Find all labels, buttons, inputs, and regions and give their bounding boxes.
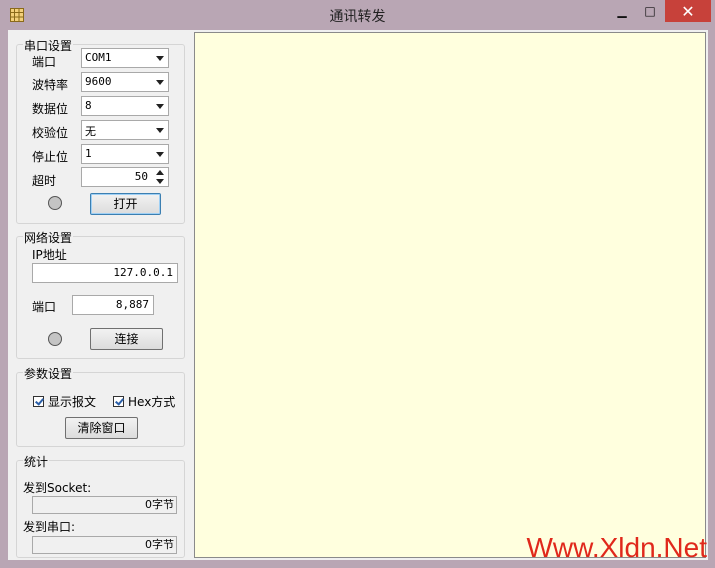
- chevron-down-icon: [156, 128, 164, 133]
- databits-value: 8: [85, 99, 92, 112]
- baud-value: 9600: [85, 75, 112, 88]
- show-packet-label: 显示报文: [48, 395, 97, 409]
- chevron-down-icon: [156, 104, 164, 109]
- parameter-settings-group: 参数设置 显示报文 Hex方式 清除窗口: [16, 365, 185, 447]
- stopbits-value: 1: [85, 147, 92, 160]
- maximize-button[interactable]: □: [637, 0, 663, 22]
- app-window: 通讯转发 ▁ □ ✕ 串口设置 端口 COM1 波特率 9600 数据位 8 校…: [0, 0, 715, 568]
- serial-settings-group: 串口设置 端口 COM1 波特率 9600 数据位 8 校验位 无 停止位 1 …: [16, 37, 185, 224]
- hex-mode-checkbox[interactable]: Hex方式: [113, 393, 175, 410]
- client-area: 串口设置 端口 COM1 波特率 9600 数据位 8 校验位 无 停止位 1 …: [8, 30, 708, 560]
- show-packet-checkbox[interactable]: 显示报文: [33, 393, 96, 410]
- parity-label: 校验位: [32, 126, 69, 140]
- port-select[interactable]: COM1: [81, 48, 169, 68]
- databits-label: 数据位: [32, 102, 69, 116]
- baud-select[interactable]: 9600: [81, 72, 169, 92]
- stopbits-select[interactable]: 1: [81, 144, 169, 164]
- port-label: 端口: [32, 55, 57, 69]
- minimize-button[interactable]: ▁: [608, 0, 636, 22]
- group-title: 串口设置: [23, 37, 74, 54]
- spin-down-icon[interactable]: [156, 179, 164, 184]
- hex-mode-label: Hex方式: [128, 395, 176, 409]
- close-icon: ✕: [681, 1, 695, 21]
- open-port-button[interactable]: 打开: [90, 193, 161, 215]
- group-title: 参数设置: [23, 365, 74, 382]
- network-status-indicator: [48, 332, 62, 346]
- chevron-down-icon: [156, 56, 164, 61]
- close-button[interactable]: ✕: [665, 0, 711, 22]
- group-title: 网络设置: [23, 229, 74, 246]
- timeout-label: 超时: [32, 174, 57, 188]
- net-port-input[interactable]: 8,887: [72, 295, 154, 315]
- network-settings-group: 网络设置 IP地址 127.0.0.1 端口 8,887 连接: [16, 229, 185, 359]
- serial-status-indicator: [48, 196, 62, 210]
- watermark: Www.Xldn.Net: [526, 532, 708, 563]
- maximize-icon: □: [644, 4, 656, 18]
- chevron-down-icon: [156, 80, 164, 85]
- parity-value: 无: [85, 125, 96, 138]
- statistics-group: 统计 发到Socket: 0字节 发到串口: 0字节: [16, 453, 185, 558]
- chevron-down-icon: [156, 152, 164, 157]
- baud-label: 波特率: [32, 78, 69, 92]
- parity-select[interactable]: 无: [81, 120, 169, 140]
- to-socket-count: 0字节: [32, 496, 177, 514]
- minimize-icon: ▁: [617, 4, 627, 18]
- to-serial-count: 0字节: [32, 536, 177, 554]
- ip-label: IP地址: [32, 248, 67, 262]
- timeout-spinner[interactable]: 50: [81, 167, 169, 187]
- ip-address-input[interactable]: 127.0.0.1: [32, 263, 178, 283]
- checkbox-checked-icon: [33, 396, 44, 407]
- spin-up-icon[interactable]: [156, 170, 164, 175]
- group-title: 统计: [23, 453, 50, 470]
- port-value: COM1: [85, 51, 112, 64]
- timeout-value: 50: [134, 170, 148, 183]
- stopbits-label: 停止位: [32, 150, 69, 164]
- connect-button[interactable]: 连接: [90, 328, 163, 350]
- clear-window-button[interactable]: 清除窗口: [65, 417, 138, 439]
- databits-select[interactable]: 8: [81, 96, 169, 116]
- to-socket-label: 发到Socket:: [23, 481, 92, 495]
- net-port-label: 端口: [32, 300, 57, 314]
- to-serial-label: 发到串口:: [23, 520, 76, 534]
- title-bar[interactable]: 通讯转发 ▁ □ ✕: [0, 0, 715, 30]
- message-log-area[interactable]: [194, 32, 706, 558]
- checkbox-checked-icon: [113, 396, 124, 407]
